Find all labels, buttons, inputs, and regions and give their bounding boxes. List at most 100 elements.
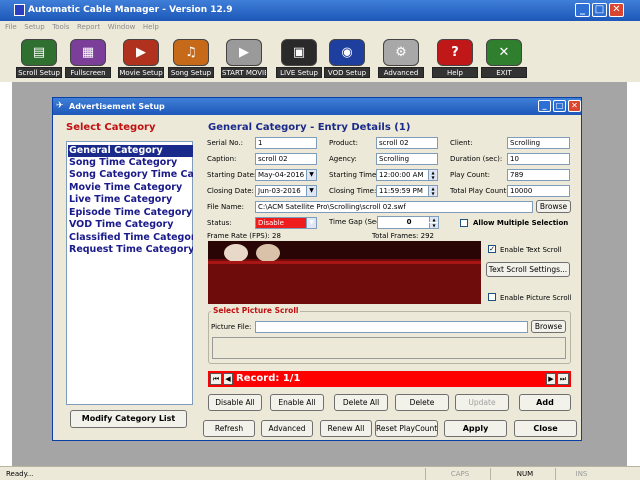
dialog-close-button[interactable]: ✕: [568, 100, 581, 112]
starting-date-label: Starting Date:: [207, 171, 257, 179]
category-item[interactable]: Song Category Time Cat: [68, 169, 193, 181]
exit-icon: ✕: [486, 39, 522, 66]
starting-date-picker[interactable]: May-04-2016 ▼: [255, 169, 317, 181]
spin-down-icon[interactable]: ▼: [428, 175, 437, 180]
duration-input[interactable]: 10: [507, 153, 570, 165]
client-label: Client:: [450, 139, 473, 147]
category-item[interactable]: Episode Time Category: [68, 207, 193, 219]
caps-indicator: CAPS: [425, 468, 490, 480]
advanced-toolbar-label: Advanced: [378, 67, 424, 78]
picture-file-label: Picture File:: [211, 323, 252, 331]
live-setup-button[interactable]: ▣ LIVE Setup: [276, 38, 322, 78]
fullscreen-button[interactable]: ▦ Fullscreen: [65, 38, 111, 78]
picture-browse-button[interactable]: Browse: [531, 320, 566, 333]
modify-category-list-button[interactable]: Modify Category List: [70, 410, 187, 428]
menu-help[interactable]: Help: [143, 21, 159, 34]
first-record-icon[interactable]: ⏮: [210, 373, 222, 385]
scroll-setup-button[interactable]: ▤ Scroll Setup: [16, 38, 62, 78]
duration-label: Duration (sec):: [450, 155, 503, 163]
reset-playcount-button[interactable]: Reset PlayCount: [375, 420, 438, 437]
fullscreen-icon: ▦: [70, 39, 106, 66]
enable-text-scroll-checkbox[interactable]: ✓: [488, 245, 496, 253]
frame-rate-text: Frame Rate (FPS): 28: [207, 232, 281, 240]
record-navigator: ⏮ ◀ Record: 1/1 ▶ ⏭: [208, 371, 571, 387]
song-setup-button[interactable]: ♫ Song Setup: [168, 38, 214, 78]
menu-window[interactable]: Window: [108, 21, 136, 34]
advanced-icon: ⚙: [383, 39, 419, 66]
apply-button[interactable]: Apply: [444, 420, 507, 437]
play-count-input[interactable]: 789: [507, 169, 570, 181]
serial-input[interactable]: 1: [255, 137, 317, 149]
category-item[interactable]: Classified Time Category: [68, 232, 193, 244]
spin-down-icon[interactable]: ▼: [429, 223, 438, 228]
starting-time-stepper[interactable]: 12:00:00 AM ▲ ▼: [376, 169, 438, 181]
category-item[interactable]: Song Time Category: [68, 157, 193, 169]
caption-input[interactable]: scroll 02: [255, 153, 317, 165]
category-item[interactable]: Live Time Category: [68, 194, 193, 206]
total-play-count-input[interactable]: 10000: [507, 185, 570, 197]
spin-up-icon[interactable]: ▲: [429, 217, 438, 222]
record-label: Record: 1/1: [236, 373, 301, 384]
closing-time-stepper[interactable]: 11:59:59 PM ▲ ▼: [376, 185, 438, 197]
dialog-restore-button[interactable]: □: [553, 100, 566, 112]
update-button[interactable]: Update: [455, 394, 509, 411]
starting-time-label: Starting Time:: [329, 171, 379, 179]
allow-multiple-checkbox[interactable]: [460, 219, 468, 227]
start-movie-icon: ▶: [226, 39, 262, 66]
category-item[interactable]: General Category: [68, 145, 193, 157]
preview-artwork: [208, 241, 481, 304]
file-browse-button[interactable]: Browse: [536, 200, 571, 213]
minimize-button[interactable]: _: [575, 3, 590, 17]
close-button[interactable]: ✕: [609, 3, 624, 17]
delete-button[interactable]: Delete: [395, 394, 449, 411]
menu-report[interactable]: Report: [77, 21, 100, 34]
file-name-input[interactable]: C:\ACM Satellite Pro\Scrolling\scroll 02…: [255, 201, 533, 213]
dialog-minimize-button[interactable]: _: [538, 100, 551, 112]
enable-picture-scroll-checkbox[interactable]: [488, 293, 496, 301]
category-item[interactable]: Request Time Category: [68, 244, 193, 256]
song-setup-icon: ♫: [173, 39, 209, 66]
last-record-icon[interactable]: ⏭: [557, 373, 569, 385]
start-movie-label: START MOVIE: [221, 67, 267, 78]
exit-button[interactable]: ✕ EXIT: [481, 38, 527, 78]
category-item[interactable]: Movie Time Category: [68, 182, 193, 194]
menu-setup[interactable]: Setup: [24, 21, 44, 34]
menu-file[interactable]: File: [5, 21, 17, 34]
movie-setup-button[interactable]: ▶ Movie Setup: [118, 38, 164, 78]
renew-all-button[interactable]: Renew All: [320, 420, 372, 437]
refresh-button[interactable]: Refresh: [203, 420, 255, 437]
closing-date-picker[interactable]: Jun-03-2016 ▼: [255, 185, 317, 197]
add-button[interactable]: Add: [519, 394, 571, 411]
chevron-down-icon[interactable]: ▼: [306, 218, 316, 228]
product-input[interactable]: scroll 02: [376, 137, 438, 149]
close-dialog-button[interactable]: Close: [514, 420, 577, 437]
vod-setup-button[interactable]: ◉ VOD Setup: [324, 38, 370, 78]
client-input[interactable]: Scrolling: [507, 137, 570, 149]
advanced-button[interactable]: Advanced: [261, 420, 313, 437]
start-movie-button[interactable]: ▶ START MOVIE: [221, 38, 267, 78]
chevron-down-icon[interactable]: ▼: [306, 170, 316, 180]
disable-all-button[interactable]: Disable All: [208, 394, 262, 411]
text-scroll-settings-button[interactable]: Text Scroll Settings...: [486, 262, 570, 277]
menu-tools[interactable]: Tools: [52, 21, 69, 34]
closing-time-value: 11:59:59 PM: [379, 187, 423, 195]
enable-all-button[interactable]: Enable All: [270, 394, 324, 411]
category-item[interactable]: VOD Time Category: [68, 219, 193, 231]
chevron-down-icon[interactable]: ▼: [306, 186, 316, 196]
live-setup-icon: ▣: [281, 39, 317, 66]
next-record-icon[interactable]: ▶: [546, 373, 556, 385]
advanced-toolbar-button[interactable]: ⚙ Advanced: [378, 38, 424, 78]
status-value: Disable: [258, 219, 284, 227]
status-select[interactable]: Disable ▼: [255, 217, 317, 229]
previous-record-icon[interactable]: ◀: [223, 373, 233, 385]
delete-all-button[interactable]: Delete All: [334, 394, 388, 411]
help-button[interactable]: ? Help: [432, 38, 478, 78]
time-gap-stepper[interactable]: 0 ▲ ▼: [377, 216, 439, 229]
picture-file-input[interactable]: [255, 321, 528, 333]
category-list[interactable]: General Category Song Time Category Song…: [66, 141, 193, 405]
product-label: Product:: [329, 139, 358, 147]
num-indicator: NUM: [490, 468, 555, 480]
spin-down-icon[interactable]: ▼: [428, 191, 437, 196]
agency-input[interactable]: Scrolling: [376, 153, 438, 165]
restore-button[interactable]: □: [592, 3, 607, 17]
